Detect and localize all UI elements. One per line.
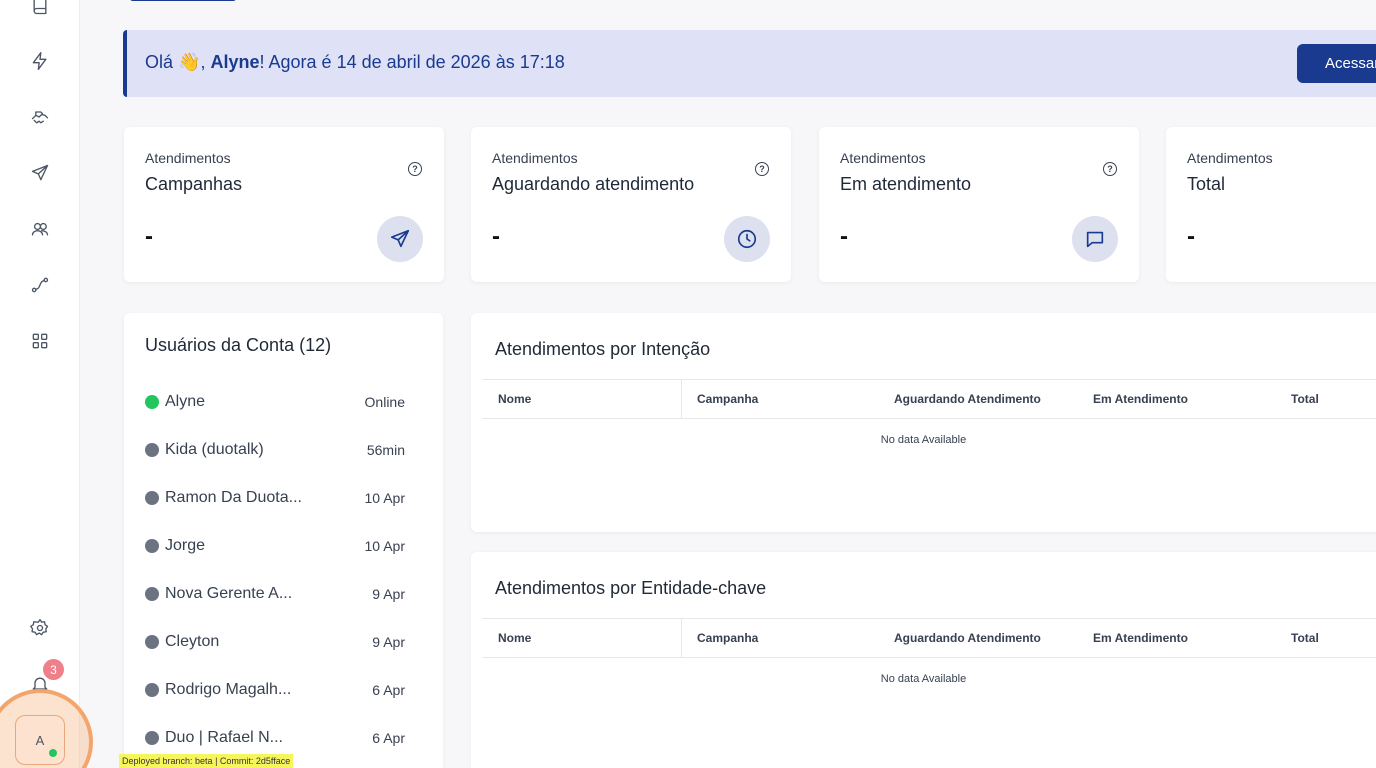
column-header[interactable]: Em Atendimento — [1093, 631, 1188, 645]
greeting-banner: Olá 👋, Alyne! Agora é 14 de abril de 202… — [123, 30, 1376, 97]
user-row[interactable]: Cleyton 9 Apr — [145, 631, 405, 653]
status-dot — [145, 587, 159, 601]
column-header[interactable]: Aguardando Atendimento — [894, 631, 1041, 645]
grid-icon[interactable] — [28, 329, 52, 353]
greeting-user: Alyne — [210, 52, 260, 72]
handshake-icon[interactable] — [28, 105, 52, 129]
status-dot — [145, 731, 159, 745]
user-row[interactable]: Alyne Online — [145, 391, 405, 413]
column-header[interactable]: Nome — [498, 392, 531, 406]
deploy-info: Deployed branch: beta | Commit: 2d5fface — [119, 754, 294, 768]
table-title: Atendimentos por Entidade-chave — [495, 578, 767, 598]
clock-icon — [724, 216, 770, 262]
online-status-dot — [49, 749, 57, 757]
column-header[interactable]: Nome — [498, 631, 531, 645]
status-dot — [145, 443, 159, 457]
user-row[interactable]: Rodrigo Magalh... 6 Apr — [145, 679, 405, 701]
user-row[interactable]: Duo | Rafael N... 6 Apr — [145, 727, 405, 749]
column-header[interactable]: Campanha — [697, 631, 758, 645]
users-icon[interactable] — [28, 217, 52, 241]
send-icon — [377, 216, 423, 262]
help-icon[interactable]: ? — [1103, 162, 1117, 176]
bolt-icon[interactable] — [28, 49, 52, 73]
column-header[interactable]: Total — [1291, 392, 1319, 406]
user-row[interactable]: Kida (duotalk) 56min — [145, 439, 405, 461]
greeting-text: Olá 👋, Alyne! Agora é 14 de abril de 202… — [145, 52, 565, 72]
access-button[interactable]: Acessar — [1297, 44, 1376, 83]
users-title: Usuários da Conta (12) — [145, 335, 332, 355]
column-header[interactable]: Em Atendimento — [1093, 392, 1188, 406]
intent-table-card: Atendimentos por Intenção Nome Campanha … — [471, 313, 1376, 532]
user-row[interactable]: Jorge 10 Apr — [145, 535, 405, 557]
wave-icon: 👋 — [178, 52, 201, 72]
stat-card-campanhas: Atendimentos Campanhas - ? — [124, 127, 444, 282]
status-dot — [145, 683, 159, 697]
column-header[interactable]: Campanha — [697, 392, 758, 406]
help-icon[interactable]: ? — [408, 162, 422, 176]
status-dot — [145, 491, 159, 505]
user-row[interactable]: Ramon Da Duota... 10 Apr — [145, 487, 405, 509]
table-header: Nome Campanha Aguardando Atendimento Em … — [482, 618, 1376, 658]
help-icon[interactable]: ? — [755, 162, 769, 176]
sidebar: 3 A — [0, 0, 93, 768]
entity-table-card: Atendimentos por Entidade-chave Nome Cam… — [471, 552, 1376, 768]
top-button-edge[interactable] — [130, 0, 236, 1]
gear-icon[interactable] — [28, 616, 52, 640]
table-title: Atendimentos por Intenção — [495, 339, 711, 359]
send-icon[interactable] — [28, 161, 52, 185]
empty-state: No data Available — [880, 434, 967, 446]
empty-state: No data Available — [880, 673, 967, 685]
column-header[interactable]: Aguardando Atendimento — [894, 392, 1041, 406]
status-dot — [145, 635, 159, 649]
column-header[interactable]: Total — [1291, 631, 1319, 645]
flow-icon[interactable] — [28, 273, 52, 297]
book-icon[interactable] — [28, 0, 52, 18]
stat-card-aguardando: Atendimentos Aguardando atendimento - ? — [471, 127, 791, 282]
status-dot — [145, 395, 159, 409]
status-dot — [145, 539, 159, 553]
account-users-panel: Usuários da Conta (12) Alyne Online Kida… — [124, 313, 443, 768]
user-row[interactable]: Nova Gerente A... 9 Apr — [145, 583, 405, 605]
notification-badge: 3 — [43, 659, 64, 680]
stat-card-total: Atendimentos Total - — [1166, 127, 1376, 282]
table-header: Nome Campanha Aguardando Atendimento Em … — [482, 379, 1376, 419]
avatar[interactable]: A — [15, 715, 65, 765]
stat-card-em-atendimento: Atendimentos Em atendimento - ? — [819, 127, 1139, 282]
chat-icon — [1072, 216, 1118, 262]
